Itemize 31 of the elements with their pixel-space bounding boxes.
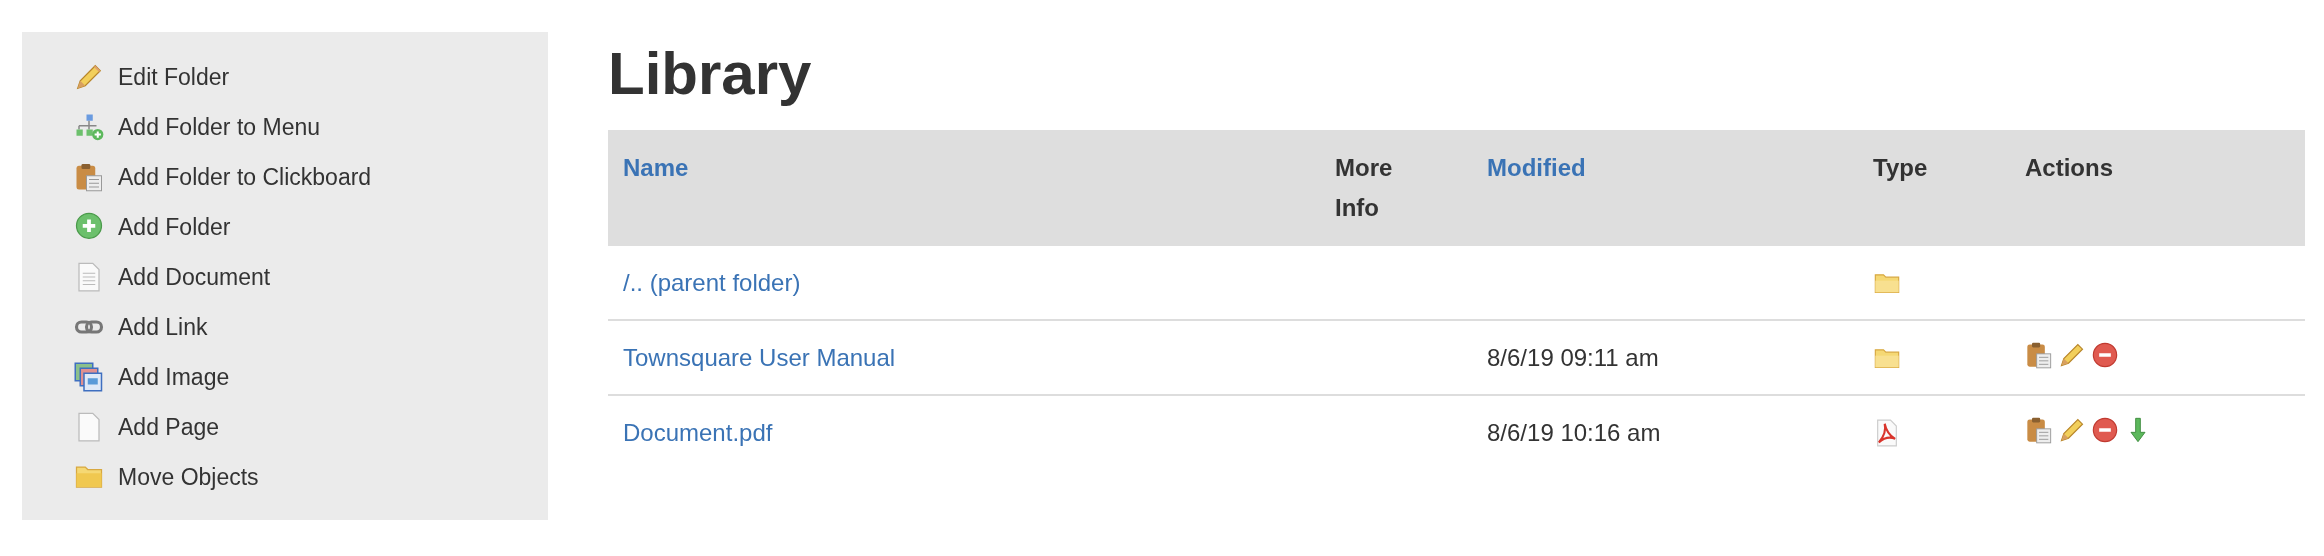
add-icon (74, 212, 104, 242)
modified-date: 8/6/19 09:11 am (1487, 343, 1659, 371)
sidebar-link[interactable]: Add Document (74, 252, 271, 302)
sidebar-link[interactable]: Add Page (74, 402, 220, 452)
delete-icon[interactable] (2091, 415, 2119, 444)
sidebar-link[interactable]: Edit Folder (74, 52, 230, 102)
image-icon (74, 362, 104, 392)
item-link[interactable]: Document.pdf (623, 418, 773, 446)
column-label: Type (1873, 153, 1928, 183)
clipboard-icon (74, 162, 104, 192)
sidebar-link[interactable]: Add Link (74, 302, 208, 352)
item-link[interactable]: Townsquare User Manual (623, 343, 896, 371)
column-header[interactable]: Modified (1472, 130, 1858, 246)
column-header[interactable]: Name (608, 130, 1320, 246)
modified-date: 8/6/19 10:16 am (1487, 418, 1661, 446)
column-label: More Info (1335, 153, 1393, 223)
sidebar-link[interactable]: Add Image (74, 352, 230, 402)
pencil-icon (74, 62, 104, 92)
delete-icon[interactable] (2091, 340, 2119, 369)
sitemap-icon (74, 112, 104, 142)
clipboard-icon[interactable] (2025, 415, 2053, 444)
sidebar-link[interactable]: Add Folder to Clickboard (74, 152, 372, 202)
column-label: Actions (2025, 153, 2113, 183)
column-sort-link[interactable]: Name (623, 154, 689, 181)
column-sort-link[interactable]: Modified (1487, 154, 1586, 181)
clipboard-icon[interactable] (2025, 340, 2053, 369)
sidebar-link[interactable]: Add Folder to Menu (74, 102, 320, 152)
sidebar-link[interactable]: Add Folder (74, 202, 231, 252)
sidebar-link[interactable]: Move Objects (74, 452, 259, 502)
page-title: Library (608, 44, 813, 104)
item-link[interactable]: /.. (parent folder) (623, 268, 801, 296)
